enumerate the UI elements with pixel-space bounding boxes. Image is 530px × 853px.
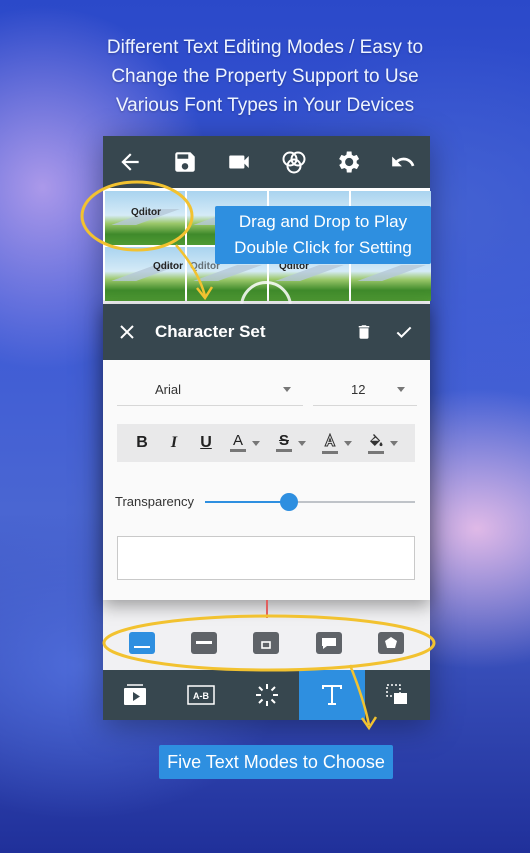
mode-speech-bubble-button[interactable] [315, 632, 342, 654]
close-icon [120, 325, 134, 339]
stroke-icon: S [276, 433, 292, 452]
save-button[interactable] [165, 142, 205, 182]
paint-bucket-icon [368, 433, 384, 454]
middle-bar-mode-icon [196, 641, 213, 644]
font-row: Arial 12 [117, 374, 417, 406]
bold-icon: B [136, 434, 148, 451]
color-filter-icon [282, 151, 306, 174]
checkmark-icon [396, 326, 412, 338]
chevron-down-icon [344, 440, 352, 446]
headline: Different Text Editing Modes / Easy to C… [0, 33, 530, 120]
effects-tab[interactable] [234, 670, 299, 720]
back-arrow-icon [121, 153, 139, 171]
overlay-tab[interactable] [365, 670, 430, 720]
headline-line-2: Change the Property Support to Use [111, 66, 419, 87]
drag-drop-callout: Drag and Drop to Play Double Click for S… [215, 206, 431, 264]
clip-play-icon [123, 684, 146, 705]
confirm-button[interactable] [384, 312, 424, 352]
headline-line-1: Different Text Editing Modes / Easy to [106, 37, 424, 58]
slider-thumb[interactable] [280, 493, 298, 511]
clip-thumbnail[interactable]: Qditor [105, 247, 185, 301]
playhead-marker [266, 600, 268, 618]
record-button[interactable] [219, 142, 259, 182]
undo-icon [391, 156, 415, 167]
mode-bottom-bar-button[interactable] [129, 632, 156, 654]
transparency-slider[interactable] [205, 493, 415, 511]
italic-icon: I [170, 434, 178, 451]
dialog-title: Character Set [155, 322, 266, 341]
overlay-layers-icon [386, 684, 408, 704]
bottom-bar-mode-icon [134, 646, 151, 648]
back-button[interactable] [110, 142, 150, 182]
transition-ab-icon: A-B [187, 685, 215, 705]
video-camera-icon [229, 155, 249, 169]
chevron-down-icon [397, 387, 405, 392]
effects-sparkle-icon [255, 684, 278, 706]
top-toolbar [103, 136, 430, 188]
badge-mode-icon [384, 637, 397, 648]
app-screen: Qditor Qditor Qditor Qditor Drag and Dro… [103, 136, 431, 720]
close-button[interactable] [107, 312, 147, 352]
dialog-header: Character Set [103, 304, 430, 360]
clip-text-label: Qditor [131, 207, 161, 218]
stroke-button[interactable]: S [269, 428, 313, 458]
text-color-icon: A [230, 433, 246, 452]
clip-tab[interactable] [103, 670, 168, 720]
text-tool-icon [321, 685, 342, 705]
bottom-toolbar: A-B [103, 670, 430, 720]
text-color-button[interactable]: A [223, 428, 267, 458]
delete-button[interactable] [344, 312, 384, 352]
undo-button[interactable] [383, 142, 423, 182]
clip-thumbnail[interactable]: Qditor [105, 191, 185, 245]
box-mode-icon [261, 641, 272, 649]
headline-line-3: Various Font Types in Your Devices [115, 95, 415, 116]
text-tab[interactable] [299, 670, 365, 720]
gear-icon [339, 151, 360, 173]
callout-line-2: Double Click for Setting [234, 238, 412, 257]
font-family-dropdown[interactable]: Arial [117, 374, 303, 406]
fill-color-button[interactable] [361, 428, 405, 458]
italic-button[interactable]: I [159, 428, 189, 458]
underline-button[interactable]: U [191, 428, 221, 458]
outline-color-button[interactable] [315, 428, 359, 458]
save-icon [175, 152, 195, 172]
text-style-toolbar: B I U A S [117, 424, 415, 462]
outline-text-icon [322, 432, 338, 454]
chevron-down-icon [283, 387, 291, 392]
clip-text-label: Qditor [153, 261, 183, 272]
text-mode-selector [103, 626, 430, 660]
font-size-value: 12 [351, 382, 366, 397]
slider-fill [205, 501, 289, 503]
underline-icon: U [200, 434, 212, 451]
mode-middle-bar-button[interactable] [191, 632, 218, 654]
chevron-down-icon [390, 440, 398, 446]
transparency-label: Transparency [115, 494, 194, 509]
transparency-row: Transparency [115, 490, 415, 514]
chevron-down-icon [298, 440, 306, 446]
font-size-dropdown[interactable]: 12 [313, 374, 417, 406]
chevron-down-icon [252, 440, 260, 446]
settings-button[interactable] [328, 142, 368, 182]
character-set-dialog: Character Set Arial 12 B I U A S Transpa… [103, 304, 430, 600]
font-family-value: Arial [155, 382, 182, 397]
text-input-area[interactable] [117, 536, 415, 580]
trash-icon [358, 325, 370, 339]
caption-pill: Five Text Modes to Choose [159, 745, 393, 779]
speech-bubble-mode-icon [321, 638, 336, 649]
transition-tab[interactable]: A-B [168, 670, 233, 720]
filter-button[interactable] [274, 142, 314, 182]
svg-text:A-B: A-B [193, 691, 209, 701]
callout-line-1: Drag and Drop to Play [238, 212, 408, 231]
mode-box-button[interactable] [253, 632, 280, 654]
mode-badge-button[interactable] [377, 632, 404, 654]
bold-button[interactable]: B [127, 428, 157, 458]
